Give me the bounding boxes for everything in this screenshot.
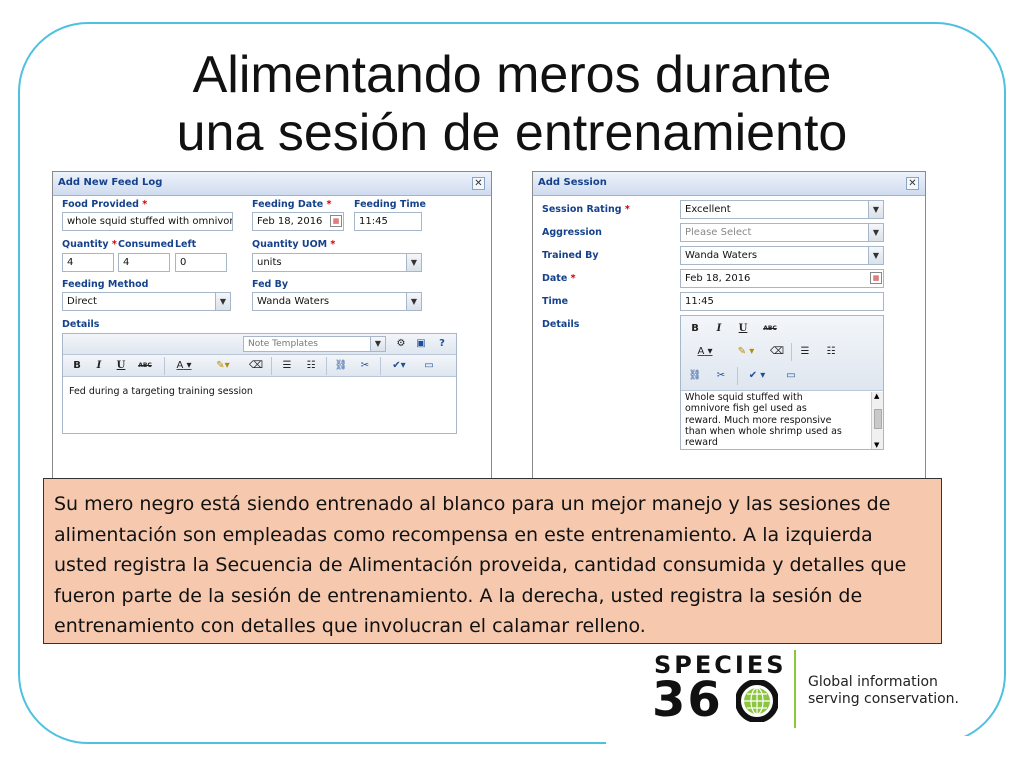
scroll-down-icon[interactable]: ▼ — [874, 441, 879, 449]
spellcheck-icon[interactable]: ✔ ▾ — [743, 367, 771, 385]
bold-button[interactable]: B — [69, 357, 85, 375]
time-input[interactable]: 11:45 — [680, 292, 884, 311]
numbered-list-icon[interactable]: ☷ — [303, 357, 319, 375]
font-color-button[interactable]: A ▾ — [173, 357, 195, 375]
source-view-icon[interactable]: ▭ — [421, 357, 437, 375]
aggression-select[interactable]: Please Select ▼ — [680, 223, 884, 242]
slide-title: Alimentando meros durante una sesión de … — [60, 46, 964, 162]
globe-icon — [736, 680, 778, 722]
date-label: Date * — [542, 273, 576, 284]
close-icon[interactable]: ✕ — [472, 177, 485, 190]
session-rating-label: Session Rating * — [542, 204, 630, 215]
logo-tagline: Global information serving conservation. — [808, 674, 959, 707]
bullet-list-icon[interactable]: ☰ — [279, 357, 295, 375]
font-color-button[interactable]: A ▾ — [687, 343, 723, 361]
details-text[interactable]: Fed during a targeting training session — [69, 386, 449, 397]
save-icon[interactable]: ▣ — [413, 335, 429, 353]
feeding-method-select[interactable]: Direct ▼ — [62, 292, 231, 311]
close-icon[interactable]: ✕ — [906, 177, 919, 190]
trained-by-select[interactable]: Wanda Waters ▼ — [680, 246, 884, 265]
quantity-input[interactable]: 4 — [62, 253, 114, 272]
scroll-up-icon[interactable]: ▲ — [874, 392, 879, 400]
unlink-icon[interactable]: ✂ — [357, 357, 373, 375]
chevron-down-icon[interactable]: ▼ — [868, 247, 883, 264]
highlight-icon[interactable]: ✎▾ — [211, 357, 235, 375]
chevron-down-icon[interactable]: ▼ — [406, 293, 421, 310]
link-icon[interactable]: ⛓ — [687, 367, 703, 385]
gear-icon[interactable]: ⚙ — [393, 335, 409, 353]
feeding-method-label: Feeding Method — [62, 279, 149, 290]
caption-box: Su mero negro está siendo entrenado al b… — [43, 478, 942, 644]
spellcheck-icon[interactable]: ✔▾ — [387, 357, 411, 375]
unlink-icon[interactable]: ✂ — [713, 367, 729, 385]
left-label: Left — [175, 239, 197, 250]
dialog-title: Add Session — [538, 177, 607, 188]
quantity-uom-label: Quantity UOM * — [252, 239, 336, 250]
time-label: Time — [542, 296, 569, 307]
date-input[interactable]: Feb 18, 2016 ▦ — [680, 269, 884, 288]
underline-button[interactable]: U — [735, 320, 751, 338]
details-editor: Note Templates ▼ ⚙ ▣ ? B I U ABC A ▾ ✎▾ … — [62, 333, 457, 434]
fed-by-select[interactable]: Wanda Waters ▼ — [252, 292, 422, 311]
title-line-1: Alimentando meros durante — [192, 46, 832, 104]
fed-by-label: Fed By — [252, 279, 289, 290]
feeding-time-input[interactable]: 11:45 — [354, 212, 422, 231]
numbered-list-icon[interactable]: ☷ — [823, 343, 839, 361]
highlight-icon[interactable]: ✎ ▾ — [731, 343, 761, 361]
editor-scrollbar[interactable]: ▲ ▼ — [871, 392, 883, 449]
quantity-label: Quantity * — [62, 239, 117, 250]
calendar-icon[interactable]: ▦ — [330, 215, 342, 227]
chevron-down-icon[interactable]: ▼ — [370, 337, 385, 351]
eraser-icon[interactable]: ⌫ — [248, 357, 264, 375]
dialog-header: Add New Feed Log ✕ — [53, 172, 491, 196]
editor-format-toolbar: B I U ABC A ▾ ✎▾ ⌫ ☰ ☷ ⛓ ✂ ✔▾ ▭ — [63, 355, 456, 377]
add-feed-log-dialog: Add New Feed Log ✕ Food Provided * whole… — [52, 171, 492, 480]
calendar-icon[interactable]: ▦ — [870, 272, 882, 284]
feeding-time-label: Feeding Time — [354, 199, 426, 210]
details-label: Details — [62, 319, 100, 330]
session-details-editor: B I U ABC A ▾ ✎ ▾ ⌫ ☰ ☷ ⛓ ✂ ✔ ▾ ▭ Whole … — [680, 315, 884, 450]
feeding-date-label: Feeding Date * — [252, 199, 332, 210]
logo-divider — [794, 650, 796, 728]
quantity-uom-select[interactable]: units ▼ — [252, 253, 422, 272]
session-rating-select[interactable]: Excellent ▼ — [680, 200, 884, 219]
session-details-text[interactable]: Whole squid stuffed with omnivore fish g… — [685, 392, 870, 448]
help-icon[interactable]: ? — [434, 335, 450, 353]
bold-button[interactable]: B — [687, 320, 703, 338]
italic-button[interactable]: I — [91, 357, 107, 375]
strikethrough-button[interactable]: ABC — [135, 357, 155, 375]
feeding-date-input[interactable]: Feb 18, 2016 ▦ — [252, 212, 344, 231]
add-session-dialog: Add Session ✕ Session Rating * Excellent… — [532, 171, 926, 480]
food-provided-label: Food Provided * — [62, 199, 148, 210]
italic-button[interactable]: I — [711, 320, 727, 338]
chevron-down-icon[interactable]: ▼ — [868, 224, 883, 241]
dialog-title: Add New Feed Log — [58, 177, 163, 188]
aggression-label: Aggression — [542, 227, 602, 238]
logo-number: 36 — [652, 672, 723, 728]
editor-top-toolbar: Note Templates ▼ ⚙ ▣ ? — [63, 334, 456, 355]
title-line-2: una sesión de entrenamiento — [176, 104, 848, 162]
trained-by-label: Trained By — [542, 250, 599, 261]
food-provided-input[interactable]: whole squid stuffed with omnivore — [62, 212, 233, 231]
chevron-down-icon[interactable]: ▼ — [215, 293, 230, 310]
details-label: Details — [542, 319, 580, 330]
chevron-down-icon[interactable]: ▼ — [868, 201, 883, 218]
dialog-header: Add Session ✕ — [533, 172, 925, 196]
chevron-down-icon[interactable]: ▼ — [406, 254, 421, 271]
eraser-icon[interactable]: ⌫ — [769, 343, 785, 361]
link-icon[interactable]: ⛓ — [333, 357, 349, 375]
left-input[interactable]: 0 — [175, 253, 227, 272]
underline-button[interactable]: U — [113, 357, 129, 375]
note-templates-select[interactable]: Note Templates ▼ — [243, 336, 386, 352]
consumed-label: Consumed — [118, 239, 174, 250]
editor-format-toolbar: B I U ABC A ▾ ✎ ▾ ⌫ ☰ ☷ ⛓ ✂ ✔ ▾ ▭ — [681, 316, 883, 391]
strikethrough-button[interactable]: ABC — [759, 320, 781, 338]
source-view-icon[interactable]: ▭ — [783, 367, 799, 385]
consumed-input[interactable]: 4 — [118, 253, 170, 272]
bullet-list-icon[interactable]: ☰ — [797, 343, 813, 361]
